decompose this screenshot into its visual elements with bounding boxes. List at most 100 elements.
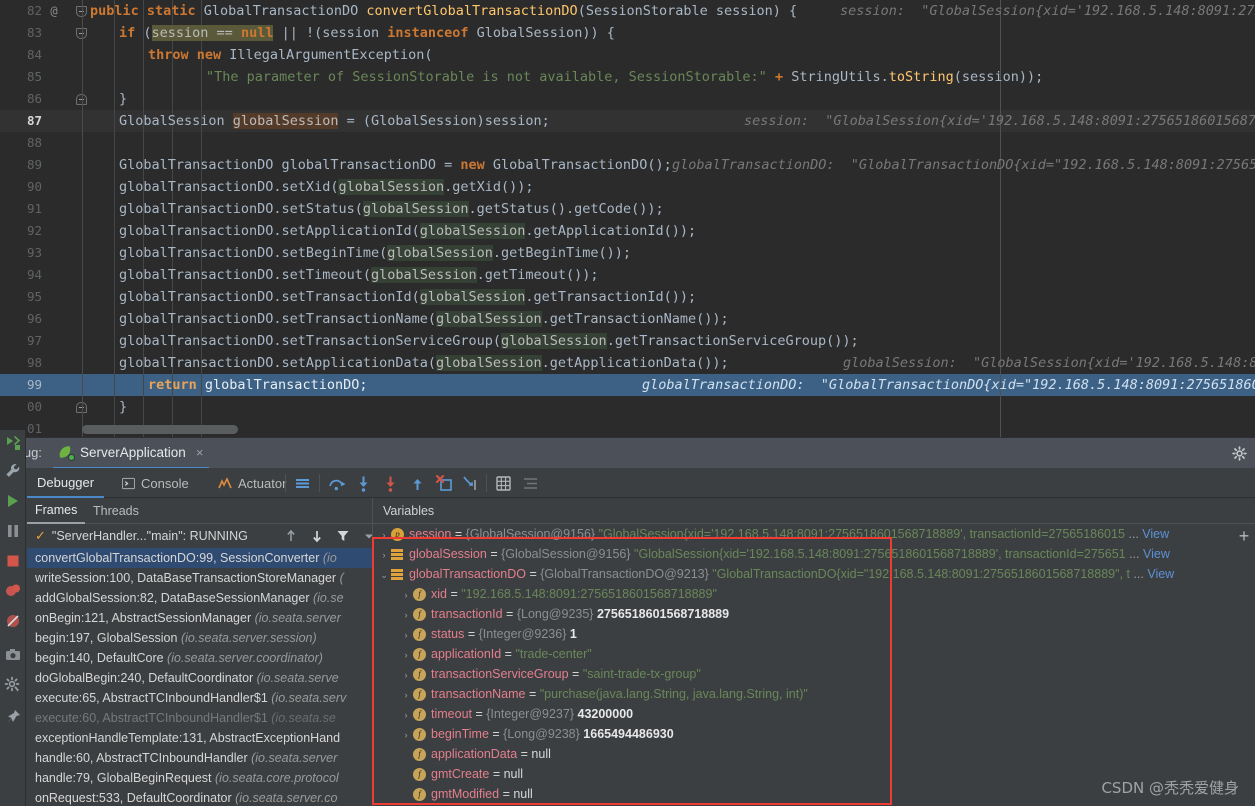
variable-row[interactable]: › f xid = "192.168.5.148:8091:275651860156…	[373, 584, 1255, 604]
code-line[interactable]: 82 @ public static GlobalTransactionDO con…	[0, 0, 1255, 22]
expand-arrow-icon[interactable]: ›	[399, 745, 413, 765]
subtab-frames[interactable]: Frames	[27, 498, 86, 524]
step-out-icon[interactable]	[408, 474, 427, 493]
expand-arrow-icon[interactable]: ›	[399, 785, 413, 805]
tab-console[interactable]: Console	[112, 468, 199, 498]
variable-row[interactable]: › f timeout = {Integer@9237} 43200000	[373, 704, 1255, 724]
frames-list[interactable]: convertGlobalTransactionDO:99, SessionCo…	[27, 548, 372, 806]
view-link[interactable]: View	[1142, 527, 1169, 541]
code-line[interactable]: 94 globalTransactionDO.setTimeout(globalS…	[0, 264, 1255, 286]
code-line[interactable]: 87 GlobalSession globalSession = (GlobalS…	[0, 110, 1255, 132]
view-link[interactable]: View	[1143, 547, 1170, 561]
pause-program-icon[interactable]	[4, 522, 22, 540]
variable-row[interactable]: › f transactionId = {Long@9235} 2756518601…	[373, 604, 1255, 624]
code-line[interactable]: 85 "The parameter of SessionStorable is n…	[0, 66, 1255, 88]
layout-settings-icon[interactable]	[521, 474, 540, 493]
expand-arrow-icon[interactable]: ›	[399, 645, 413, 665]
expand-arrow-icon[interactable]: ›	[399, 705, 413, 725]
code-line[interactable]: 98 globalTransactionDO.setApplicationData…	[0, 352, 1255, 374]
mute-breakpoints-icon[interactable]	[4, 612, 22, 630]
variables-tree[interactable]: › p session = {GlobalSession@9156} "Global…	[373, 524, 1255, 806]
frame-row[interactable]: begin:140, DefaultCore (io.seata.server.…	[27, 648, 372, 668]
screenshot-icon[interactable]	[4, 646, 22, 664]
run-to-cursor-icon[interactable]	[461, 474, 480, 493]
code-line[interactable]: 96 globalTransactionDO.setTransactionName…	[0, 308, 1255, 330]
code-line[interactable]: 90 globalTransactionDO.setXid(globalSessi…	[0, 176, 1255, 198]
expand-arrow-icon[interactable]: ›	[399, 685, 413, 705]
expand-arrow-icon[interactable]: ›	[399, 585, 413, 605]
move-down-icon[interactable]	[309, 528, 325, 544]
variable-row[interactable]: › f status = {Integer@9236} 1	[373, 624, 1255, 644]
debug-session-tab[interactable]: ServerApplication ×	[53, 438, 210, 469]
expand-arrow-icon[interactable]: ›	[399, 725, 413, 745]
code-line[interactable]: 88	[0, 132, 1255, 154]
frame-row[interactable]: execute:60, AbstractTCInboundHandler$1 (…	[27, 708, 372, 728]
debug-tabs-row[interactable]: Debugger Console Actuator	[27, 468, 1255, 498]
code-line[interactable]: 95 globalTransactionDO.setTransactionId(g…	[0, 286, 1255, 308]
step-into-icon[interactable]	[354, 474, 373, 493]
stop-icon[interactable]	[4, 552, 22, 570]
frames-threads-subtabs[interactable]: Frames Threads	[27, 498, 372, 524]
frame-row[interactable]: doGlobalBegin:240, DefaultCoordinator (i…	[27, 668, 372, 688]
variable-row[interactable]: ⌄ globalTransactionDO = {GlobalTransactio…	[373, 564, 1255, 584]
code-line[interactable]: 92 globalTransactionDO.setApplicationId(g…	[0, 220, 1255, 242]
tab-actuator[interactable]: Actuator	[208, 468, 296, 498]
variable-row[interactable]: › f beginTime = {Long@9238} 1665494486930	[373, 724, 1255, 744]
move-up-icon[interactable]	[283, 528, 299, 544]
frame-row[interactable]: writeSession:100, DataBaseTransactionSto…	[27, 568, 372, 588]
scrollbar-thumb[interactable]	[82, 425, 238, 434]
frame-row[interactable]: onRequest:533, DefaultCoordinator (io.se…	[27, 788, 372, 806]
frame-row[interactable]: onBegin:121, AbstractSessionManager (io.…	[27, 608, 372, 628]
close-icon[interactable]: ×	[196, 445, 204, 460]
expand-arrow-icon[interactable]: ›	[399, 605, 413, 625]
add-watch-button[interactable]: +	[1236, 527, 1252, 545]
debug-left-toolbar[interactable]	[0, 430, 26, 806]
pin-tab-icon[interactable]	[4, 708, 22, 726]
evaluate-expression-icon[interactable]	[494, 474, 513, 493]
expand-arrow-icon[interactable]: ›	[377, 525, 391, 545]
view-breakpoints-icon[interactable]	[4, 582, 22, 600]
code-line[interactable]: 89 GlobalTransactionDO globalTransactionD…	[0, 154, 1255, 176]
annotation-gutter-icon[interactable]: @	[46, 0, 62, 22]
code-line[interactable]: 84 throw new IllegalArgumentException(	[0, 44, 1255, 66]
drop-frame-icon[interactable]	[435, 474, 454, 493]
code-line[interactable]: 83 if (session == null || !(session insta…	[0, 22, 1255, 44]
settings-wrench-icon[interactable]	[4, 462, 22, 480]
resume-program-icon[interactable]	[4, 492, 22, 510]
variable-row[interactable]: › f transactionName = "purchase(java.lang.…	[373, 684, 1255, 704]
expand-arrow-icon[interactable]: ›	[399, 765, 413, 785]
gear-icon[interactable]	[1232, 446, 1247, 461]
settings-gear-icon[interactable]	[4, 676, 22, 694]
code-line[interactable]: 86}	[0, 88, 1255, 110]
code-editor[interactable]: 82 @ public static GlobalTransactionDO con…	[0, 0, 1255, 437]
frame-row[interactable]: convertGlobalTransactionDO:99, SessionCo…	[27, 548, 372, 568]
expand-arrow-icon[interactable]: ›	[399, 665, 413, 685]
thread-selector[interactable]: ✓ "ServerHandler..."main": RUNNING	[27, 524, 373, 548]
frame-row[interactable]: begin:197, GlobalSession (io.seata.serve…	[27, 628, 372, 648]
frame-row[interactable]: handle:60, AbstractTCInboundHandler (io.…	[27, 748, 372, 768]
expand-arrow-open-icon[interactable]: ⌄	[377, 565, 391, 585]
subtab-threads[interactable]: Threads	[85, 498, 147, 524]
force-step-into-icon[interactable]	[381, 474, 400, 493]
code-line[interactable]: 97 globalTransactionDO.setTransactionServ…	[0, 330, 1255, 352]
rerun-icon[interactable]	[4, 434, 22, 452]
code-line[interactable]: 93 globalTransactionDO.setBeginTime(globa…	[0, 242, 1255, 264]
variable-row[interactable]: › p session = {GlobalSession@9156} "Global…	[373, 524, 1255, 544]
show-execution-point-icon[interactable]	[293, 474, 312, 493]
frame-row[interactable]: exceptionHandleTemplate:131, AbstractExc…	[27, 728, 372, 748]
editor-horizontal-scrollbar[interactable]	[82, 425, 1242, 434]
variable-row[interactable]: › f transactionServiceGroup = "saint-trade…	[373, 664, 1255, 684]
frame-row[interactable]: execute:65, AbstractTCInboundHandler$1 (…	[27, 688, 372, 708]
tab-debugger[interactable]: Debugger	[27, 468, 105, 498]
step-over-icon[interactable]	[327, 474, 346, 493]
variable-row[interactable]: › globalSession = {GlobalSession@9156} "G…	[373, 544, 1255, 564]
frame-row[interactable]: handle:79, GlobalBeginRequest (io.seata.…	[27, 768, 372, 788]
code-lines[interactable]: 82 @ public static GlobalTransactionDO con…	[0, 0, 1255, 437]
filter-icon[interactable]	[335, 528, 351, 544]
code-line[interactable]: 99 return globalTransactionDO; globalTrans…	[0, 374, 1255, 396]
variable-row[interactable]: ›f applicationData = null	[373, 744, 1255, 764]
frame-row[interactable]: addGlobalSession:82, DataBaseSessionMana…	[27, 588, 372, 608]
code-line[interactable]: 00}	[0, 396, 1255, 418]
expand-arrow-icon[interactable]: ›	[399, 625, 413, 645]
view-link[interactable]: View	[1147, 567, 1174, 581]
